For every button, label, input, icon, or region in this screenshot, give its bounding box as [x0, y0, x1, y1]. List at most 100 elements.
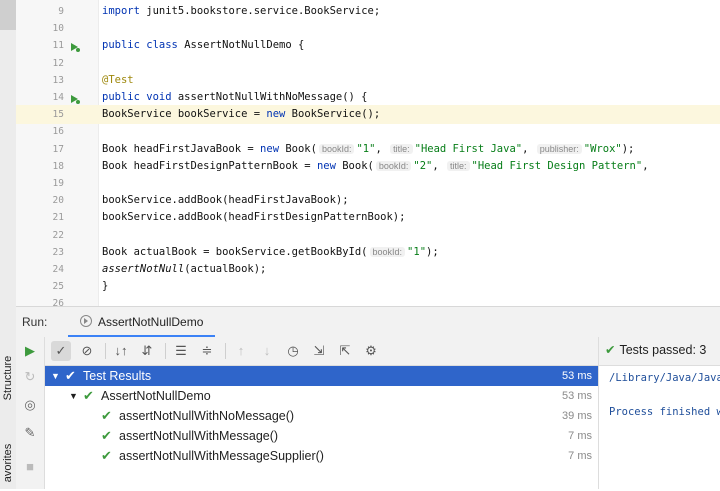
project-tab[interactable] [0, 0, 16, 30]
code-line[interactable]: 18 Book headFirstDesignPatternBook = new… [16, 157, 720, 176]
run-tool-window-header: Run: AssertNotNullDemo [16, 306, 720, 338]
import-tests-icon[interactable]: ⇲ [309, 341, 329, 361]
line-number: 14 [52, 92, 64, 103]
code-line[interactable]: 24 assertNotNull(actualBook); [16, 260, 720, 279]
code-token: "1" [407, 245, 427, 258]
run-config-icon [80, 315, 92, 327]
code-token: assertNotNullWithNoMessage() { [177, 91, 368, 103]
check-icon[interactable]: ✓ [51, 341, 71, 361]
test-results-tree[interactable]: ▼ ✔ Test Results 53 ms ▼ ✔ AssertNotNullDemo 53… [45, 366, 598, 489]
line-number: 19 [52, 178, 64, 189]
code-line[interactable]: 21 bookService.addBook(headFirstDesignPa… [16, 208, 720, 227]
line-number: 9 [58, 6, 64, 17]
structure-tab[interactable]: Structure [0, 350, 16, 406]
code-token: Book headFirstDesignPatternBook = [102, 159, 317, 172]
code-token: AssertNotNullDemo { [184, 39, 305, 52]
console-output[interactable]: ✔ Tests passed: 3 /Library/Java/Java Proc… [598, 337, 720, 489]
code-token: import [102, 5, 147, 17]
code-text: bookService.addBook(headFirstDesignPatte… [102, 208, 405, 227]
test-tree-row[interactable]: ✔ assertNotNullWithNoMessage() 39 ms [45, 406, 598, 426]
passed-check-icon: ✔ [65, 368, 76, 383]
console-line: Process finished w [609, 406, 720, 418]
run-class-icon[interactable] [70, 40, 80, 53]
code-line[interactable]: 16 [16, 122, 720, 141]
run-test-icon[interactable] [70, 92, 80, 104]
run-tab-label: AssertNotNullDemo [98, 315, 204, 329]
code-line[interactable]: 9 import junit5.bookstore.service.BookSer… [16, 2, 720, 21]
history-icon[interactable]: ◷ [283, 341, 303, 361]
toolbar-separator [105, 343, 106, 359]
toggle-auto-test-icon[interactable]: ◎ [22, 397, 38, 413]
code-editor[interactable]: 9 import junit5.bookstore.service.BookSer… [16, 0, 720, 306]
parameter-hint: title: [447, 160, 470, 171]
test-name: Test Results [83, 369, 152, 383]
code-line[interactable]: 25 } [16, 277, 720, 296]
settings-gear-icon[interactable]: ⚙ [361, 341, 381, 361]
expand-all-icon[interactable]: ☰ [171, 341, 191, 361]
test-duration: 53 ms [562, 370, 592, 382]
code-line[interactable]: 12 [16, 54, 720, 73]
code-line[interactable]: 23 Book actualBook = bookService.getBook… [16, 243, 720, 262]
stop-circle-icon[interactable]: ⊘ [77, 341, 97, 361]
test-tree-row[interactable]: ▼ ✔ Test Results 53 ms [45, 366, 598, 386]
passed-check-icon: ✔ [101, 408, 112, 423]
favorites-tab[interactable]: avorites [0, 435, 16, 491]
test-name: assertNotNullWithMessage() [119, 429, 279, 443]
rerun-failed-icon[interactable]: ↻ [22, 369, 38, 385]
tab-assert-not-null-demo[interactable]: AssertNotNullDemo [68, 307, 216, 338]
test-duration: 53 ms [562, 390, 592, 402]
code-line[interactable]: 11 public class AssertNotNullDemo { [16, 36, 720, 55]
code-line[interactable]: 20 bookService.addBook(headFirstJavaBook… [16, 191, 720, 210]
sort-duration-icon[interactable]: ⇵ [137, 341, 157, 361]
code-line[interactable]: 10 [16, 19, 720, 38]
test-name: assertNotNullWithNoMessage() [119, 409, 295, 423]
rerun-icon[interactable]: ▶ [22, 343, 38, 359]
line-number: 13 [52, 74, 64, 86]
tests-passed-status: ✔ Tests passed: 3 [599, 337, 720, 366]
collapse-all-icon[interactable]: ≑ [197, 341, 217, 361]
parameter-hint: bookId: [369, 246, 406, 257]
code-text: Book headFirstDesignPatternBook = new Bo… [102, 157, 649, 176]
test-runner-toolbar: ✓ ⊘ ↓↑ ⇵ ☰ ≑ ↑ ↓ ◷ ⇲ ⇱ ⚙ [45, 337, 598, 366]
prev-failed-icon[interactable]: ↑ [231, 341, 251, 361]
code-line[interactable]: 22 [16, 226, 720, 245]
line-number: 21 [52, 212, 64, 224]
code-token: Book( [285, 142, 317, 155]
line-number: 15 [52, 109, 64, 121]
code-token: } [102, 280, 109, 293]
test-tree-row[interactable]: ✔ assertNotNullWithMessageSupplier() 7 ms [45, 446, 598, 466]
code-token: Book actualBook = bookService.getBookByI… [102, 245, 368, 258]
toolbar-separator [165, 343, 166, 359]
code-line[interactable]: 15 BookService bookService = new BookSer… [16, 105, 720, 125]
test-tree-row[interactable]: ▼ ✔ AssertNotNullDemo 53 ms [45, 386, 598, 406]
sort-alpha-icon[interactable]: ↓↑ [111, 341, 131, 361]
next-failed-icon[interactable]: ↓ [257, 341, 277, 361]
code-line[interactable]: 17 Book headFirstJavaBook = new Book(boo… [16, 140, 720, 159]
chevron-down-icon[interactable]: ▼ [69, 386, 78, 406]
export-tests-icon[interactable]: ⇱ [335, 341, 355, 361]
code-token: new [316, 159, 343, 172]
chevron-down-icon[interactable]: ▼ [51, 366, 60, 386]
test-duration: 7 ms [568, 430, 592, 442]
code-token: "Wrox" [583, 142, 622, 155]
code-token: new [260, 142, 286, 155]
parameter-hint: publisher: [536, 143, 582, 154]
code-line[interactable]: 19 [16, 174, 720, 193]
test-name: AssertNotNullDemo [101, 389, 211, 403]
line-number: 22 [52, 229, 64, 241]
code-line[interactable]: 14 public void assertNotNullWithNoMessag… [16, 88, 720, 107]
passed-check-icon: ✔ [101, 448, 112, 463]
code-token: , [522, 142, 535, 155]
line-number: 17 [52, 143, 64, 155]
code-token: "1" [356, 142, 376, 155]
parameter-hint: title: [390, 143, 413, 154]
test-name: assertNotNullWithMessageSupplier() [119, 449, 324, 463]
stop-icon[interactable]: ■ [22, 459, 38, 475]
code-token: "2" [413, 159, 433, 172]
test-tree-row[interactable]: ✔ assertNotNullWithMessage() 7 ms [45, 426, 598, 446]
code-line[interactable]: 13 @Test [16, 71, 720, 90]
parameter-hint: bookId: [318, 143, 355, 154]
wrench-icon[interactable]: ✎ [22, 425, 38, 441]
code-token: new [266, 108, 292, 121]
code-line[interactable]: 26 [16, 294, 720, 306]
